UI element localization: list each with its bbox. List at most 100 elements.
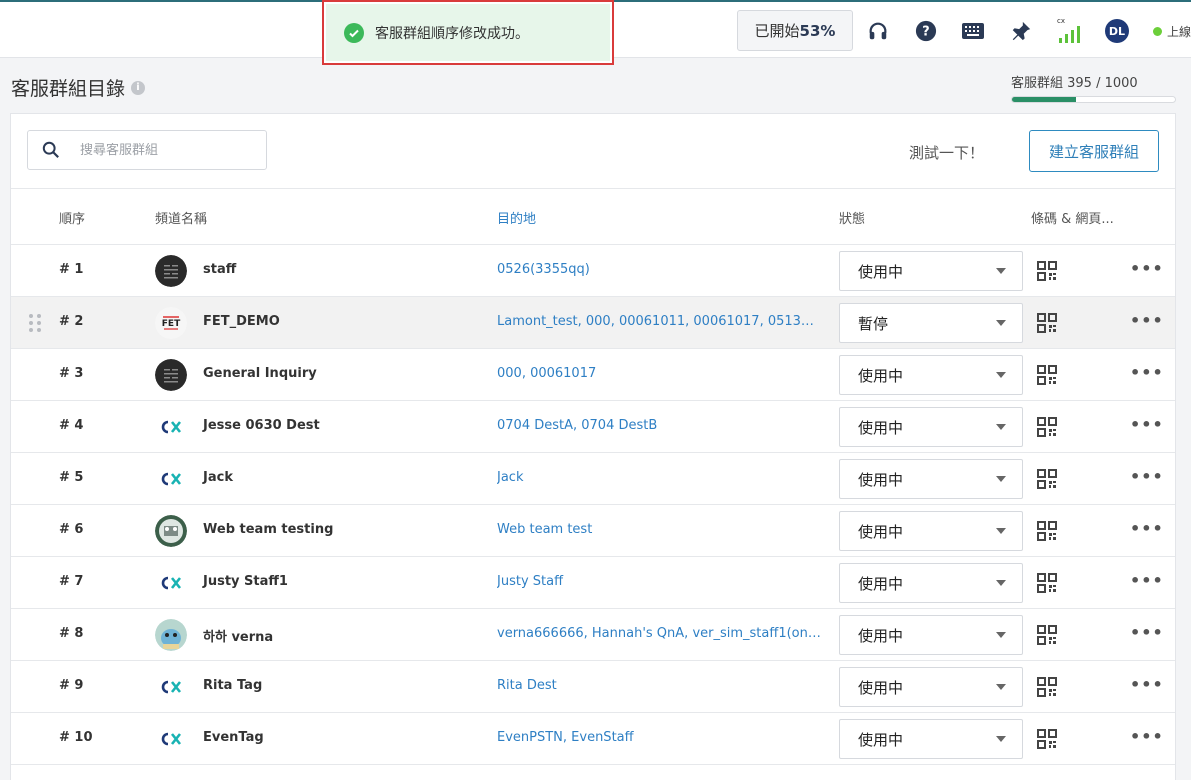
channel-name[interactable]: General Inquiry [203,366,317,381]
avatar[interactable]: DL [1105,19,1129,43]
status-select[interactable]: 使用中 [839,355,1023,395]
qr-code-icon[interactable] [1037,365,1057,385]
status-select[interactable]: 使用中 [839,615,1023,655]
scrollbar[interactable] [1185,58,1191,780]
channel-name[interactable]: EvenTag [203,730,264,745]
drag-handle-icon[interactable] [29,314,41,332]
channel-name[interactable]: 하하 verna [203,626,273,645]
more-options-icon[interactable]: ••• [1130,625,1164,641]
status-value: 使用中 [858,574,904,593]
header-channel[interactable]: 頻道名稱 [155,208,207,227]
row-order: # 8 [59,626,84,641]
table-row[interactable]: # 7 Justy Staff1 Justy Staff 使用中 ••• [11,557,1175,609]
destination-link[interactable]: Lamont_test, 000, 00061011, 00061017, 05… [497,314,821,329]
search-input[interactable] [80,142,250,158]
create-group-button[interactable]: 建立客服群組 [1029,130,1159,172]
status-select[interactable]: 使用中 [839,407,1023,447]
fet-logo-icon: FET [155,307,187,339]
chevron-down-icon [996,372,1006,378]
status-select[interactable]: 使用中 [839,667,1023,707]
destination-link[interactable]: Jack [497,470,821,485]
progress-value: 53% [799,21,836,40]
destination-link[interactable]: verna666666, Hannah's QnA, ver_sim_staff… [497,626,821,641]
header-destination[interactable]: 目的地 [497,208,536,227]
destination-link[interactable]: Justy Staff [497,574,821,589]
channel-name[interactable]: Rita Tag [203,678,262,693]
destination-link[interactable]: 0704 DestA, 0704 DestB [497,418,821,433]
keyboard-icon[interactable] [961,19,985,43]
destination-link[interactable]: Rita Dest [497,678,821,693]
channel-name[interactable]: Jack [203,470,233,485]
more-options-icon[interactable]: ••• [1130,261,1164,277]
signal-label: cx [1057,17,1065,25]
more-options-icon[interactable]: ••• [1130,521,1164,537]
cx-logo-icon [155,411,187,443]
table-row[interactable]: # 4 Jesse 0630 Dest 0704 DestA, 0704 DestB… [11,401,1175,453]
qr-code-icon[interactable] [1037,625,1057,645]
destination-link[interactable]: EvenPSTN, EvenStaff [497,730,821,745]
header-status[interactable]: 狀態 [839,208,865,227]
table-row[interactable]: # 9 Rita Tag Rita Dest 使用中 ••• [11,661,1175,713]
header-qr[interactable]: 條碼 & 網頁... [1031,208,1114,227]
chevron-down-icon [996,320,1006,326]
status-select[interactable]: 使用中 [839,251,1023,291]
destination-link[interactable]: Web team test [497,522,821,537]
status-select[interactable]: 暫停 [839,303,1023,343]
table-row[interactable]: # 10 EvenTag EvenPSTN, EvenStaff 使用中 ••• [11,713,1175,765]
status-select[interactable]: 使用中 [839,511,1023,551]
check-circle-icon [344,22,364,43]
online-status[interactable]: 上線 [1153,23,1191,40]
help-icon[interactable]: ? [914,19,938,43]
destination-link[interactable]: 0526(3355qq) [497,262,821,277]
cx-logo-icon [155,463,187,495]
channel-name[interactable]: Justy Staff1 [203,574,288,589]
online-status-label: 上線 [1167,25,1191,39]
table-row[interactable]: # 6 Web team testing Web team test 使用中 ••• [11,505,1175,557]
qr-code-icon[interactable] [1037,521,1057,541]
destination-link[interactable]: 000, 00061017 [497,366,821,381]
status-select[interactable]: 使用中 [839,563,1023,603]
cartoon-avatar-icon [155,619,187,651]
more-options-icon[interactable]: ••• [1130,313,1164,329]
row-order: # 5 [59,470,84,485]
chevron-down-icon [996,684,1006,690]
more-options-icon[interactable]: ••• [1130,469,1164,485]
more-options-icon[interactable]: ••• [1130,573,1164,589]
more-options-icon[interactable]: ••• [1130,365,1164,381]
progress-button[interactable]: 已開始 53% [737,10,853,51]
headset-icon[interactable] [866,19,890,43]
status-value: 使用中 [858,730,904,749]
search-box[interactable] [27,130,267,170]
channel-name[interactable]: Jesse 0630 Dest [203,418,320,433]
signal-icon: cx [1057,16,1083,44]
status-value: 使用中 [858,262,904,281]
table-row[interactable]: # 5 Jack Jack 使用中 ••• [11,453,1175,505]
status-select[interactable]: 使用中 [839,719,1023,759]
status-select[interactable]: 使用中 [839,459,1023,499]
qr-code-icon[interactable] [1037,729,1057,749]
qr-code-icon[interactable] [1037,417,1057,437]
channel-name[interactable]: FET_DEMO [203,314,280,329]
qr-code-icon[interactable] [1037,677,1057,697]
chevron-down-icon [996,268,1006,274]
channel-name[interactable]: staff [203,262,236,277]
more-options-icon[interactable]: ••• [1130,417,1164,433]
info-icon[interactable]: i [131,80,146,95]
channel-name[interactable]: Web team testing [203,522,333,537]
qr-code-icon[interactable] [1037,469,1057,489]
test-link[interactable]: 測試一下！ [909,142,984,163]
more-options-icon[interactable]: ••• [1130,729,1164,745]
quota-indicator: 客服群組 395 / 1000 [1011,72,1176,103]
header-order[interactable]: 順序 [59,208,85,227]
table-row[interactable]: # 3 General Inquiry 000, 00061017 使用中 ••• [11,349,1175,401]
table-row[interactable]: # 2 FET FET_DEMO Lamont_test, 000, 00061011… [11,297,1175,349]
group-list-card: 測試一下！ 建立客服群組 順序 頻道名稱 目的地 狀態 條碼 & 網頁... #… [10,113,1176,780]
pin-icon[interactable] [1009,19,1033,43]
qr-code-icon[interactable] [1037,573,1057,593]
qr-code-icon[interactable] [1037,261,1057,281]
more-options-icon[interactable]: ••• [1130,677,1164,693]
table-row[interactable]: # 8 하하 verna verna666666, Hannah's QnA, ve… [11,609,1175,661]
table-row[interactable]: # 1 staff 0526(3355qq) 使用中 ••• [11,245,1175,297]
qr-code-icon[interactable] [1037,313,1057,333]
row-order: # 10 [59,730,93,745]
